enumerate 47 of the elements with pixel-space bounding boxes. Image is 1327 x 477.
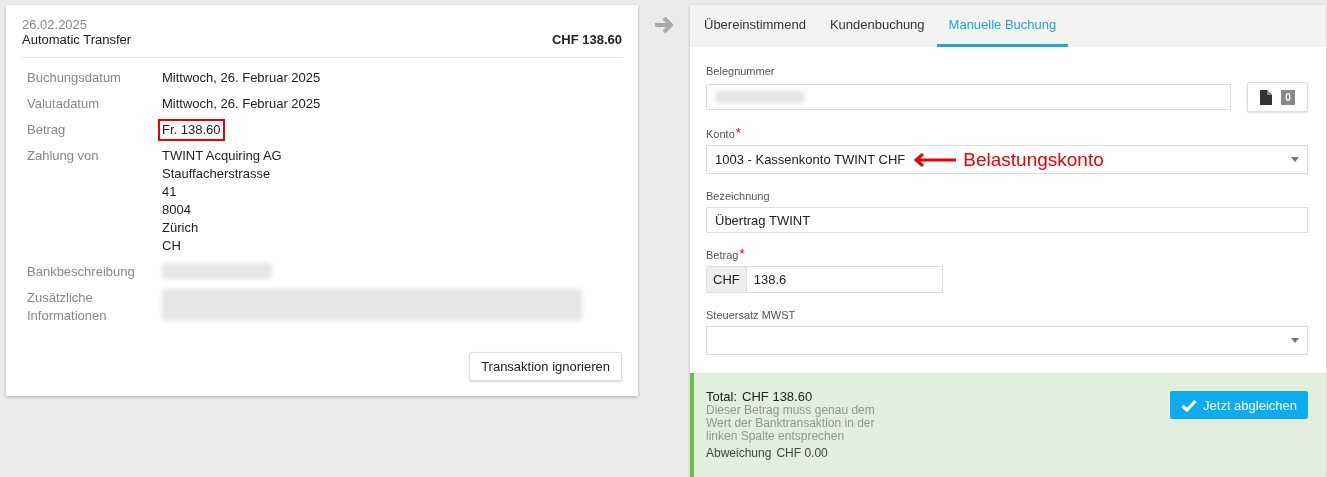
hint-text: Dieser Betrag muss genau dem Wert der Banktransaktion in der linken Spalte entsprechen [706,404,876,444]
select-field[interactable] [706,326,1308,356]
detail-label: Bankbeschreibung [27,263,136,281]
transaction-date: 26.02.2025 [22,17,89,32]
field-label: Betrag [706,249,739,262]
detail-value: Mittwoch, 26. Februar 2025 [162,69,321,87]
field-label: Konto [706,128,735,141]
transaction-title: Automatic Transfer [22,32,132,47]
total-label: Total: [706,389,738,405]
amount-field[interactable]: CHF 138.6 [706,266,943,294]
select-field[interactable]: 1003 - Kassenkonto TWINT CHF Belastungskonto [706,145,1308,175]
required-mark: * [739,249,745,260]
total-amount: CHF 138.60 [742,389,813,405]
detail-value: TWINT Acquiring AG [162,147,282,165]
detail-value: Mittwoch, 26. Februar 2025 [162,95,321,113]
deviation-label: Abweichung [706,446,772,461]
detail-value: Zürich [162,219,199,237]
detail-label: Valutadatum [27,95,101,113]
dropdown-caret-icon [1291,338,1299,344]
annotation-label: Belastungskonto [963,148,1104,171]
detail-label: Zusätzliche Informationen [27,289,108,325]
field-label: Bezeichnung [706,190,770,203]
detail-value: Fr. 138.60 [160,121,223,139]
tab[interactable]: Kundenbuchung [817,5,937,48]
deviation-amount: CHF 0.00 [776,446,828,461]
detail-value: Stauffacherstrasse [162,165,271,183]
currency-label: CHF [707,267,747,293]
check-icon [1181,398,1198,412]
detail-label: Zahlung von [27,147,100,165]
arrow-right-icon [653,15,675,35]
field-label: Steuersatz MWST [706,309,796,322]
detail-value: CH [162,237,181,255]
attachment-button[interactable]: 0 [1247,82,1308,113]
input-field[interactable] [706,84,1231,111]
annotation-arrow-icon [913,152,958,167]
detail-value: 41 [162,183,177,201]
ignore-button[interactable]: Transaktion ignorieren [469,352,622,381]
required-mark: * [735,128,741,139]
detail-label: Betrag [27,121,67,139]
detail-label: Buchungsdatum [27,69,122,87]
detail-value: 8004 [162,201,191,219]
input-field[interactable]: Übertrag TWINT [706,207,1308,234]
document-icon [1260,89,1273,105]
transaction-amount: CHF 138.60 [551,32,622,47]
tab[interactable]: Übereinstimmend [692,5,818,48]
field-label: Belegnummer [706,65,775,78]
dropdown-caret-icon [1291,157,1299,163]
